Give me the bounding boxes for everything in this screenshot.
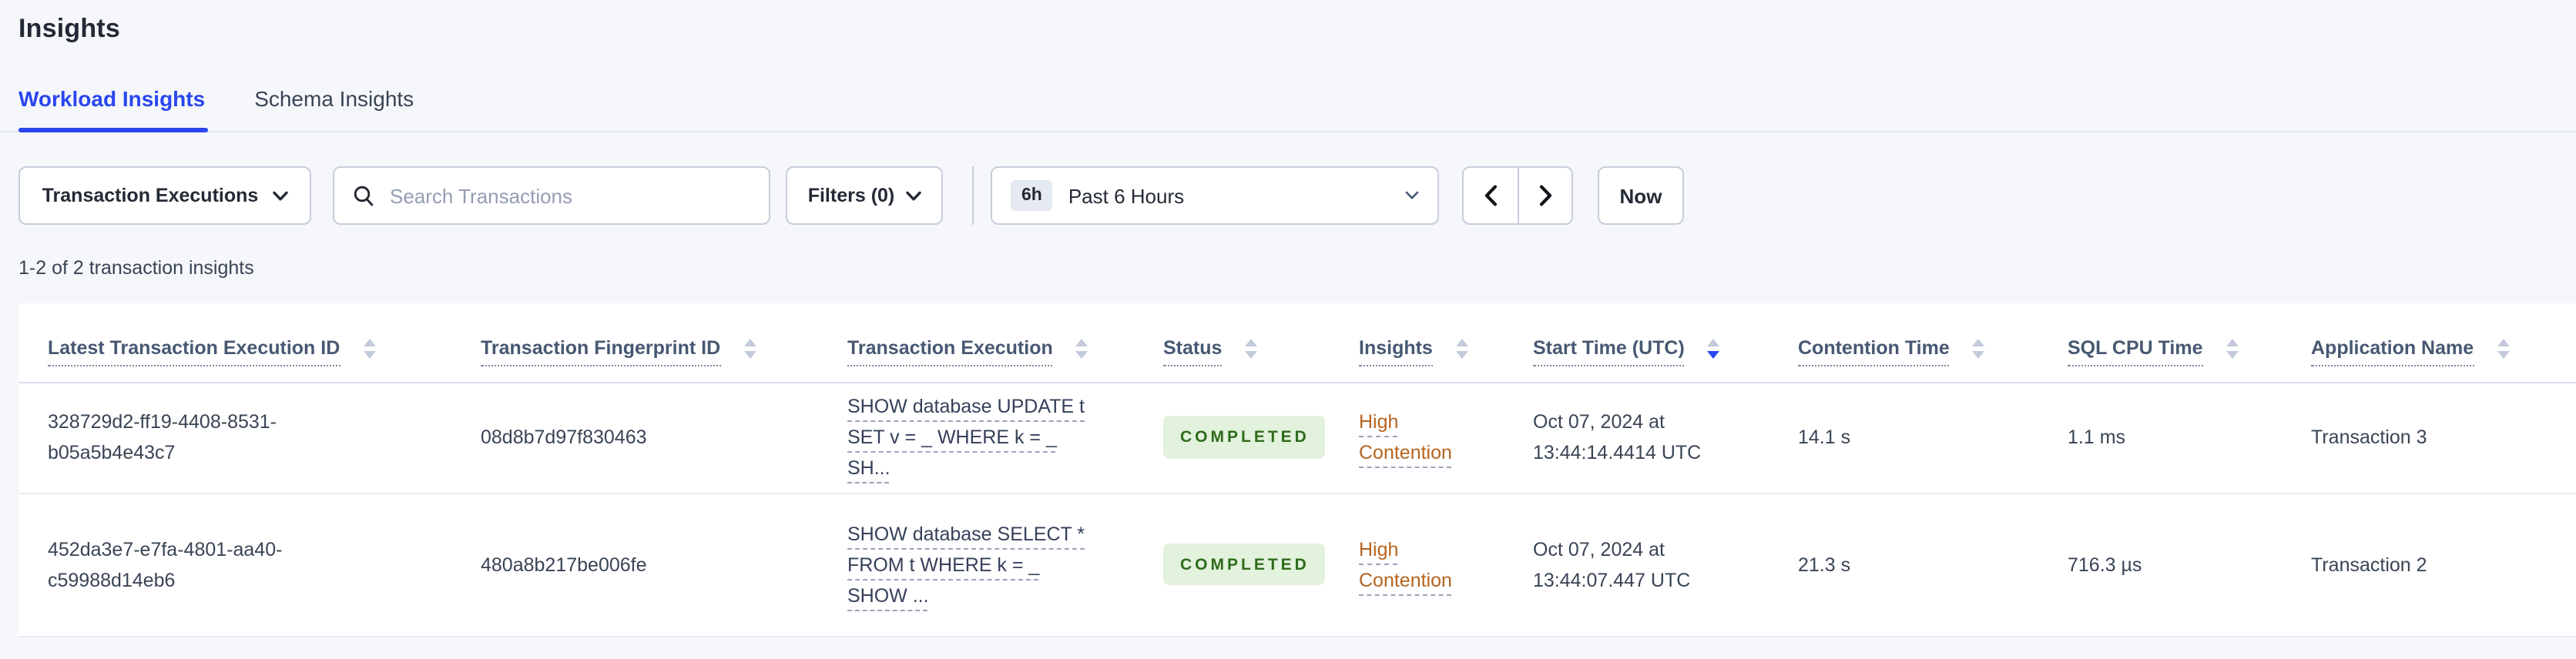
latest-execution-id-cell: 452da3e7-e7fa-4801-aa40-c59988d14eb6 — [18, 493, 481, 637]
application-name-cell: Transaction 2 — [2311, 493, 2576, 637]
start-time-cell: Oct 07, 2024 at 13:44:14.4414 UTC — [1533, 382, 1798, 493]
status-badge: COMPLETED — [1163, 416, 1325, 459]
sort-icon[interactable] — [2497, 339, 2510, 359]
time-range-picker[interactable]: 6h Past 6 Hours — [991, 166, 1439, 225]
column-header-status[interactable]: Status — [1163, 303, 1359, 383]
column-header-insights[interactable]: Insights — [1359, 303, 1533, 383]
page-header: Insights — [0, 0, 2576, 45]
next-time-range-button[interactable] — [1518, 166, 1573, 225]
toolbar-divider — [972, 166, 974, 225]
column-header-latest-transaction-execution-id[interactable]: Latest Transaction Execution ID — [18, 303, 481, 383]
insights-cell: High Contention — [1359, 382, 1533, 493]
time-preset-badge: 6h — [1011, 180, 1053, 211]
sql-cpu-time-cell: 716.3 µs — [2068, 493, 2311, 637]
toolbar: Transaction Executions Filters (0) 6h Pa… — [18, 166, 2558, 225]
sort-icon[interactable] — [363, 339, 376, 359]
now-button[interactable]: Now — [1598, 166, 1684, 225]
contention-time-cell: 14.1 s — [1798, 382, 2068, 493]
sort-icon[interactable] — [1075, 339, 1088, 359]
sort-icon[interactable] — [1455, 339, 1468, 359]
sort-icon[interactable] — [1245, 339, 1258, 359]
page-title: Insights — [18, 14, 120, 43]
search-box — [333, 166, 770, 225]
column-header-application-name[interactable]: Application Name — [2311, 303, 2576, 383]
filters-button-label: Filters (0) — [807, 185, 895, 206]
time-pager — [1462, 166, 1573, 225]
status-cell: COMPLETED — [1163, 382, 1359, 493]
transaction-execution-link[interactable]: SHOW database SELECT * FROM t WHERE k = … — [847, 523, 1085, 606]
transaction-execution-cell: SHOW database SELECT * FROM t WHERE k = … — [847, 493, 1163, 637]
chevron-down-icon — [905, 190, 921, 201]
status-cell: COMPLETED — [1163, 493, 1359, 637]
insights-cell: High Contention — [1359, 493, 1533, 637]
now-button-label: Now — [1619, 184, 1662, 207]
sql-cpu-time-cell: 1.1 ms — [2068, 382, 2311, 493]
tab-schema-insights[interactable]: Schema Insights — [254, 86, 414, 131]
contention-time-cell: 21.3 s — [1798, 493, 2068, 637]
filters-button[interactable]: Filters (0) — [786, 166, 943, 225]
transaction-execution-cell: SHOW database UPDATE t SET v = _ WHERE k… — [847, 382, 1163, 493]
fingerprint-id-cell: 08d8b7d97f830463 — [481, 382, 847, 493]
insights-table-card: Latest Transaction Execution ID Transact… — [18, 303, 2576, 637]
sort-icon-active-desc[interactable] — [1707, 339, 1720, 359]
chevron-down-icon — [272, 190, 288, 201]
column-header-sql-cpu-time[interactable]: SQL CPU Time — [2068, 303, 2311, 383]
sort-icon[interactable] — [743, 339, 756, 359]
chevron-left-icon — [1484, 185, 1498, 206]
tab-bar: Workload Insights Schema Insights — [0, 86, 2576, 132]
application-name-cell: Transaction 3 — [2311, 382, 2576, 493]
column-header-contention-time[interactable]: Contention Time — [1798, 303, 2068, 383]
insights-page: Insights Workload Insights Schema Insigh… — [0, 0, 2576, 659]
table-row: 328729d2-ff19-4408-8531-b05a5b4e43c7 08d… — [18, 382, 2576, 493]
time-range-label: Past 6 Hours — [1068, 184, 1185, 207]
high-contention-link[interactable]: High Contention — [1359, 411, 1452, 463]
chevron-right-icon — [1538, 185, 1552, 206]
execution-type-dropdown[interactable]: Transaction Executions — [18, 166, 311, 225]
column-header-transaction-execution[interactable]: Transaction Execution — [847, 303, 1163, 383]
high-contention-link[interactable]: High Contention — [1359, 538, 1452, 590]
results-summary: 1-2 of 2 transaction insights — [18, 257, 254, 279]
sort-icon[interactable] — [1972, 339, 1985, 359]
status-badge: COMPLETED — [1163, 543, 1325, 586]
fingerprint-id-cell: 480a8b217be006fe — [481, 493, 847, 637]
table-header-row: Latest Transaction Execution ID Transact… — [18, 303, 2576, 383]
column-header-transaction-fingerprint-id[interactable]: Transaction Fingerprint ID — [481, 303, 847, 383]
start-time-cell: Oct 07, 2024 at 13:44:07.447 UTC — [1533, 493, 1798, 637]
transaction-execution-link[interactable]: SHOW database UPDATE t SET v = _ WHERE k… — [847, 396, 1085, 479]
execution-type-dropdown-label: Transaction Executions — [42, 185, 259, 206]
tab-workload-insights[interactable]: Workload Insights — [18, 86, 209, 132]
chevron-down-icon — [1405, 191, 1419, 200]
previous-time-range-button[interactable] — [1462, 166, 1518, 225]
latest-execution-id-cell: 328729d2-ff19-4408-8531-b05a5b4e43c7 — [18, 382, 481, 493]
column-header-start-time[interactable]: Start Time (UTC) — [1533, 303, 1798, 383]
search-input[interactable] — [387, 182, 753, 209]
search-icon — [353, 185, 374, 206]
sort-icon[interactable] — [2225, 339, 2239, 359]
table-row: 452da3e7-e7fa-4801-aa40-c59988d14eb6 480… — [18, 493, 2576, 637]
transaction-insights-table: Latest Transaction Execution ID Transact… — [18, 303, 2576, 637]
